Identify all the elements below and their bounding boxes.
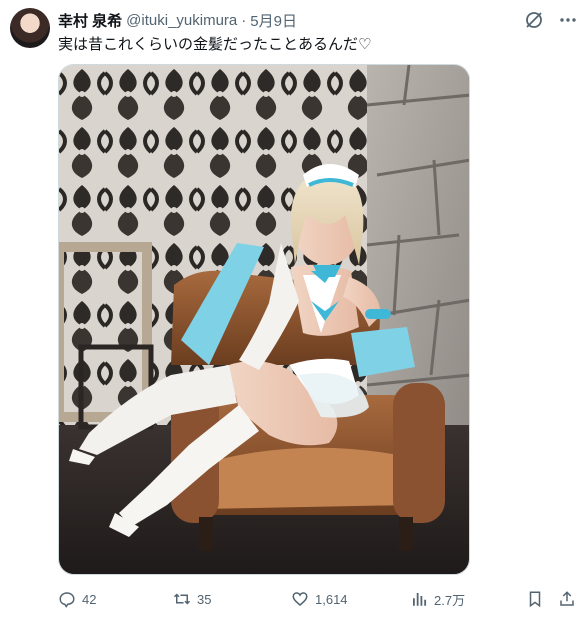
tweet-actions: 42 35 1,614 2.7万 (58, 588, 580, 610)
tweet-photo[interactable] (58, 64, 470, 575)
tweet-text: 実は昔これくらいの金髪だったことあるんだ♡ (58, 36, 372, 53)
share-button[interactable] (558, 588, 576, 610)
views-icon (413, 593, 427, 606)
reply-button[interactable]: 42 (58, 588, 96, 610)
separator: · (241, 11, 247, 29)
avatar[interactable] (10, 8, 50, 48)
views-button[interactable]: 2.7万 (410, 588, 465, 610)
more-icon[interactable] (558, 10, 578, 30)
views-count: 2.7万 (434, 592, 466, 608)
tweet-header: 幸村 泉希 @ituki_yukimura · 5月9日 (58, 10, 297, 30)
retweet-count: 35 (197, 591, 212, 607)
tweet-card[interactable]: 幸村 泉希 @ituki_yukimura · 5月9日 実は昔これくらいの金髪… (0, 0, 588, 619)
user-handle[interactable]: @ituki_yukimura (126, 12, 237, 29)
display-name[interactable]: 幸村 泉希 (58, 10, 122, 31)
bookmark-button[interactable] (526, 588, 544, 610)
bookmark-icon (529, 591, 541, 608)
like-count: 1,614 (315, 591, 348, 607)
share-icon (560, 591, 574, 606)
timestamp[interactable]: 5月9日 (250, 10, 297, 31)
reply-count: 42 (82, 591, 97, 607)
like-button[interactable]: 1,614 (291, 588, 348, 610)
retweet-button[interactable]: 35 (173, 588, 211, 610)
grok-icon[interactable] (524, 10, 544, 30)
heart-icon (292, 592, 308, 606)
reply-icon (59, 592, 75, 608)
retweet-icon (173, 593, 191, 605)
